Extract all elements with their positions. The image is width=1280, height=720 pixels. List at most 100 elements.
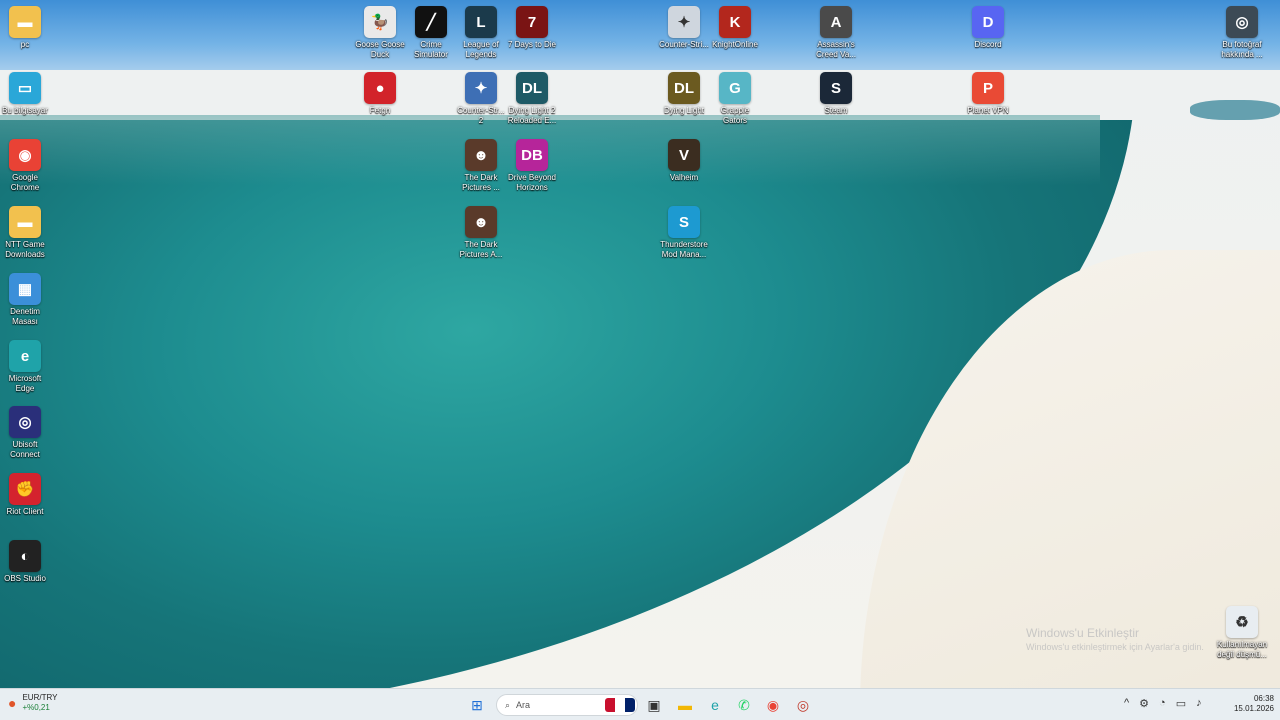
desktop-icon-riot-client[interactable]: ✊ Riot Client	[0, 473, 55, 517]
icon-label: The Dark Pictures A...	[459, 240, 503, 259]
icon-label: Thunderstore Mod Mana...	[660, 240, 708, 259]
counter-strike-icon: ✦	[465, 72, 497, 104]
stock-widget[interactable]: ● EUR/TRY +%0,21	[8, 693, 57, 713]
desktop-icon-ubisoft-connect[interactable]: ◎ Ubisoft Connect	[0, 406, 55, 460]
tray-app-icon[interactable]: ◔	[1159, 697, 1166, 710]
riot-icon: ✊	[9, 473, 41, 505]
camera-icon: ◎	[1226, 6, 1258, 38]
wallpaper-sky	[0, 0, 1280, 80]
opera-gx-taskbar-button[interactable]: ◎	[791, 693, 815, 717]
icon-label: Dying Light 2 Reloaded E...	[507, 106, 557, 125]
app-icon: ●	[364, 72, 396, 104]
file-explorer-button[interactable]: ▬	[673, 693, 697, 717]
desktop-icon-control-panel[interactable]: ▦ Denetim Masası	[0, 273, 55, 327]
taskbar-clock[interactable]: 06:38 15.01.2026	[1222, 694, 1274, 714]
desktop-icon-pc[interactable]: ▬ pc	[0, 6, 55, 50]
icon-label: Planet VPN	[967, 106, 1009, 115]
desktop-icon-grapple-gators[interactable]: G Grapple Gators	[705, 72, 765, 126]
desktop-icon-valheim[interactable]: V Valheim	[654, 139, 714, 183]
desktop-icon-this-pc[interactable]: ▭ Bu bilgisayar	[0, 72, 55, 116]
search-placeholder: Ara	[516, 700, 531, 710]
taskbar: ● EUR/TRY +%0,21 ⊞ ⌕ Ara ▣ ▬ e ✆ ◉ ◎ ^ ⚙…	[0, 688, 1280, 720]
icon-label: KnightOnline	[712, 40, 758, 49]
desktop-icon-fetgn[interactable]: ● Fetgn	[350, 72, 410, 116]
drive-beyond-icon: DB	[516, 139, 548, 171]
desktop-icon-steam[interactable]: S Steam	[806, 72, 866, 116]
desktop-icon-dark-pictures-2[interactable]: ☻ The Dark Pictures A...	[451, 206, 511, 260]
obs-icon: ◐	[9, 540, 41, 572]
dying-light-icon: DL	[516, 72, 548, 104]
clock-date: 15.01.2026	[1233, 704, 1274, 713]
chrome-taskbar-button[interactable]: ◉	[761, 693, 785, 717]
icon-label: Denetim Masası	[10, 307, 40, 326]
search-highlight-icon	[605, 698, 635, 712]
thunderstore-icon: S	[668, 206, 700, 238]
tray-overflow-chevron-icon[interactable]: ^	[1124, 697, 1129, 710]
icon-label: OBS Studio	[4, 574, 46, 583]
desktop-icon-recycle-bin[interactable]: ♻ Kullanılmayan değil düşmü...	[1212, 606, 1272, 660]
counter-strike-icon: ✦	[668, 6, 700, 38]
desktop-icon-microsoft-edge[interactable]: e Microsoft Edge	[0, 340, 55, 394]
icon-label: Fetgn	[369, 106, 391, 115]
stock-symbol: EUR/TRY	[22, 693, 58, 702]
icon-label: Valheim	[669, 173, 699, 182]
folder-icon: ▬	[9, 6, 41, 38]
icon-label: Grapple Gators	[720, 106, 750, 125]
tray-settings-icon[interactable]: ⚙	[1139, 697, 1149, 710]
desktop-icon-dying-light-2[interactable]: DL Dying Light 2 Reloaded E...	[502, 72, 562, 126]
stock-change: +%0,21	[22, 703, 50, 712]
icon-label: Riot Client	[6, 507, 44, 516]
control-panel-icon: ▦	[9, 273, 41, 305]
assassins-creed-icon: A	[820, 6, 852, 38]
goose-icon: 🦆	[364, 6, 396, 38]
windows-start-button[interactable]: ⊞	[465, 693, 489, 717]
monitor-icon: ▭	[9, 72, 41, 104]
tray-volume-icon[interactable]: ♪	[1196, 697, 1202, 710]
desktop-icon-thunderstore[interactable]: S Thunderstore Mod Mana...	[654, 206, 714, 260]
desktop-wallpaper: Windows'u Etkinleştir Windows'u etkinleş…	[0, 0, 1280, 688]
recycle-bin-icon: ♻	[1226, 606, 1258, 638]
whatsapp-taskbar-button[interactable]: ✆	[732, 693, 756, 717]
league-icon: L	[465, 6, 497, 38]
desktop-icon-google-chrome[interactable]: ◉ Google Chrome	[0, 139, 55, 193]
dark-pictures-icon: ☻	[465, 139, 497, 171]
tray-display-icon[interactable]: ▭	[1176, 697, 1186, 710]
clock-time: 06:38	[1253, 694, 1274, 703]
task-view-button[interactable]: ▣	[642, 693, 666, 717]
desktop-icon-drive-beyond-horizons[interactable]: DB Drive Beyond Horizons	[502, 139, 562, 193]
planet-vpn-icon: P	[972, 72, 1004, 104]
grapple-gators-icon: G	[719, 72, 751, 104]
system-tray: ^ ⚙ ◔ ▭ ♪	[1124, 697, 1202, 710]
icon-label: Bu fotoğraf hakkında ...	[1221, 40, 1263, 59]
edge-icon: e	[9, 340, 41, 372]
seven-days-icon: 7	[516, 6, 548, 38]
steam-icon: S	[820, 72, 852, 104]
desktop-icon-planet-vpn[interactable]: P Planet VPN	[958, 72, 1018, 116]
icon-label: Bu bilgisayar	[2, 106, 48, 115]
valheim-icon: V	[668, 139, 700, 171]
desktop-icon-about-this-photo[interactable]: ◎ Bu fotoğraf hakkında ...	[1212, 6, 1272, 60]
icon-label: Ubisoft Connect	[10, 440, 40, 459]
search-icon: ⌕	[505, 699, 511, 710]
edge-taskbar-button[interactable]: e	[703, 693, 727, 717]
chrome-icon: ◉	[9, 139, 41, 171]
desktop-icon-7-days-to-die[interactable]: 7 7 Days to Die	[502, 6, 562, 50]
dark-pictures-icon: ☻	[465, 206, 497, 238]
stock-trend-icon: ●	[8, 695, 17, 711]
icon-label: NTT Game Downloads	[5, 240, 45, 259]
wallpaper-far-water	[1190, 100, 1280, 120]
icon-label: Steam	[824, 106, 848, 115]
knight-online-icon: K	[719, 6, 751, 38]
stock-widget-text: EUR/TRY +%0,21	[22, 693, 57, 713]
desktop-icon-discord[interactable]: D Discord	[958, 6, 1018, 50]
desktop-icon-knight-online[interactable]: K KnightOnline	[705, 6, 765, 50]
icon-label: pc	[20, 40, 30, 49]
dying-light-icon: DL	[668, 72, 700, 104]
icon-label: 7 Days to Die	[507, 40, 557, 49]
desktop-icon-obs-studio[interactable]: ◐ OBS Studio	[0, 540, 55, 584]
desktop-icon-assassins-creed[interactable]: A Assassin's Creed Va...	[806, 6, 866, 60]
desktop-icon-ntt-game-downloads[interactable]: ▬ NTT Game Downloads	[0, 206, 55, 260]
discord-icon: D	[972, 6, 1004, 38]
icon-label: Google Chrome	[10, 173, 40, 192]
taskbar-search-box[interactable]: ⌕ Ara	[496, 694, 638, 716]
